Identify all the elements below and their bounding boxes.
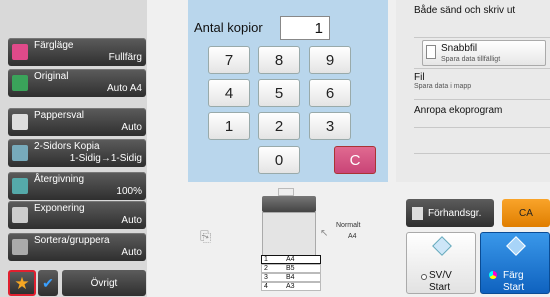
setting-value: Auto	[121, 122, 142, 133]
setting-value: 100%	[116, 186, 142, 197]
checkmark-icon: ✔	[42, 274, 54, 291]
tray-number: 3	[264, 274, 268, 281]
setting-title: Exponering	[34, 203, 85, 214]
right-menu-panel: Både sänd och skriv ut Snabbfil Spara da…	[396, 0, 550, 182]
setting-value: Fullfärg	[108, 52, 142, 63]
original-icon	[12, 75, 28, 91]
key-1[interactable]: 1	[208, 112, 250, 140]
setting-title: 2-Sidors Kopia	[34, 141, 100, 152]
paper-tray-row: 1 A4	[261, 255, 321, 264]
output-tray-size: A4	[348, 233, 357, 240]
clear-all-button[interactable]: CA	[502, 199, 550, 227]
setting-title: Färgläge	[34, 40, 74, 51]
key-4[interactable]: 4	[208, 79, 250, 107]
empty-row	[414, 128, 550, 154]
copies-keypad: Antal kopior 1 7894561230 C	[188, 0, 388, 182]
file-sub: Spara data i mapp	[414, 83, 472, 90]
tray-size: A4	[286, 256, 295, 263]
output-tray-arrow-icon: ↖	[320, 228, 329, 239]
bw-indicator-icon	[421, 274, 427, 280]
setting-button-4[interactable]: 2-Sidors Kopia 1-Sidig→1-Sidig	[8, 139, 146, 167]
paper-tray-row: 2 B5	[261, 264, 321, 273]
setting-button-7[interactable]: Sortera/gruppera Auto	[8, 233, 146, 261]
setting-title: Pappersval	[34, 110, 85, 121]
ratio-icon	[12, 178, 28, 194]
send-and-print-label: Både sänd och skriv ut	[414, 5, 516, 16]
star-icon: ★	[14, 273, 30, 293]
tray-number: 4	[264, 283, 268, 290]
bw-start-label-2: Start	[429, 282, 451, 293]
start-diamond-icon	[432, 236, 452, 256]
file-row[interactable]: Fil Spara data i mapp	[414, 68, 550, 100]
key-2[interactable]: 2	[258, 112, 300, 140]
file-label: Fil	[414, 72, 425, 83]
key-7[interactable]: 7	[208, 46, 250, 74]
quick-file-sub: Spara data tillfälligt	[441, 56, 501, 63]
color-indicator-icon	[489, 271, 497, 279]
clear-all-label: CA	[519, 207, 533, 219]
color-start-label-1: Färg	[503, 270, 524, 281]
color-mode-icon	[12, 44, 28, 60]
paper-select-icon	[12, 114, 28, 130]
start-diamond-icon	[506, 236, 526, 256]
tray-size: B5	[286, 265, 295, 272]
empty-row	[414, 154, 550, 182]
output-tray-label: Normalt	[336, 222, 361, 229]
settings-column: Färgläge Fullfärg Original Auto A4 Pappersva…	[0, 0, 147, 297]
setting-button-1[interactable]: Färgläge Fullfärg	[8, 38, 146, 66]
setting-value: Auto A4	[106, 83, 142, 94]
quick-file-label: Snabbfil	[441, 43, 478, 54]
paper-tray-list: 1 A4 2 B5 3 B4 4 A3	[261, 255, 321, 291]
eco-program-row[interactable]: Anropa ekoprogram	[414, 100, 550, 128]
bw-start-button[interactable]: SV/V Start	[406, 232, 476, 294]
key-8[interactable]: 8	[258, 46, 300, 74]
paper-tray-row: 4 A3	[261, 282, 321, 291]
copies-input[interactable]: 1	[280, 16, 330, 40]
setting-value: Auto	[121, 247, 142, 258]
quick-file-button[interactable]: Snabbfil Spara data tillfälligt	[422, 40, 546, 66]
tray-size: B4	[286, 274, 295, 281]
duplex-icon	[12, 145, 28, 161]
key-5[interactable]: 5	[258, 79, 300, 107]
setting-button-5[interactable]: Återgivning 100%	[8, 172, 146, 200]
paper-tray-row: 3 B4	[261, 273, 321, 282]
other-button[interactable]: Övrigt	[62, 270, 146, 296]
exposure-icon	[12, 207, 28, 223]
key-3[interactable]: 3	[309, 112, 351, 140]
send-and-print-row[interactable]: Både sänd och skriv ut	[414, 0, 550, 38]
setting-title: Sortera/gruppera	[34, 235, 110, 246]
setting-value: Auto	[121, 215, 142, 226]
copies-label: Antal kopior	[194, 20, 263, 35]
setting-button-2[interactable]: Original Auto A4	[8, 69, 146, 97]
color-start-button[interactable]: Färg Start	[480, 232, 550, 294]
favorite-star-button[interactable]: ★	[8, 270, 36, 296]
bw-start-label-1: SV/V	[429, 270, 452, 281]
preview-icon	[412, 206, 423, 220]
tray-size: A3	[286, 283, 295, 290]
preview-label: Förhandsgr.	[428, 207, 482, 219]
setting-title: Återgivning	[34, 174, 85, 185]
check-button[interactable]: ✔	[38, 270, 58, 296]
other-label: Övrigt	[90, 277, 118, 289]
setting-button-6[interactable]: Exponering Auto	[8, 201, 146, 229]
tray-number: 2	[264, 265, 268, 272]
key-9[interactable]: 9	[309, 46, 351, 74]
setting-button-3[interactable]: Pappersval Auto	[8, 108, 146, 136]
original-paper-icon: ⎘	[200, 228, 212, 244]
color-start-label-2: Start	[503, 282, 525, 293]
preview-button[interactable]: Förhandsgr.	[406, 199, 494, 227]
key-6[interactable]: 6	[309, 79, 351, 107]
quick-file-icon	[426, 45, 436, 59]
tray-number: 1	[264, 256, 268, 263]
eco-program-label: Anropa ekoprogram	[414, 105, 503, 116]
setting-title: Original	[34, 71, 69, 82]
setting-value: 1-Sidig→1-Sidig	[69, 153, 142, 164]
clear-key[interactable]: C	[334, 146, 376, 174]
key-0[interactable]: 0	[258, 146, 300, 174]
sort-icon	[12, 239, 28, 255]
